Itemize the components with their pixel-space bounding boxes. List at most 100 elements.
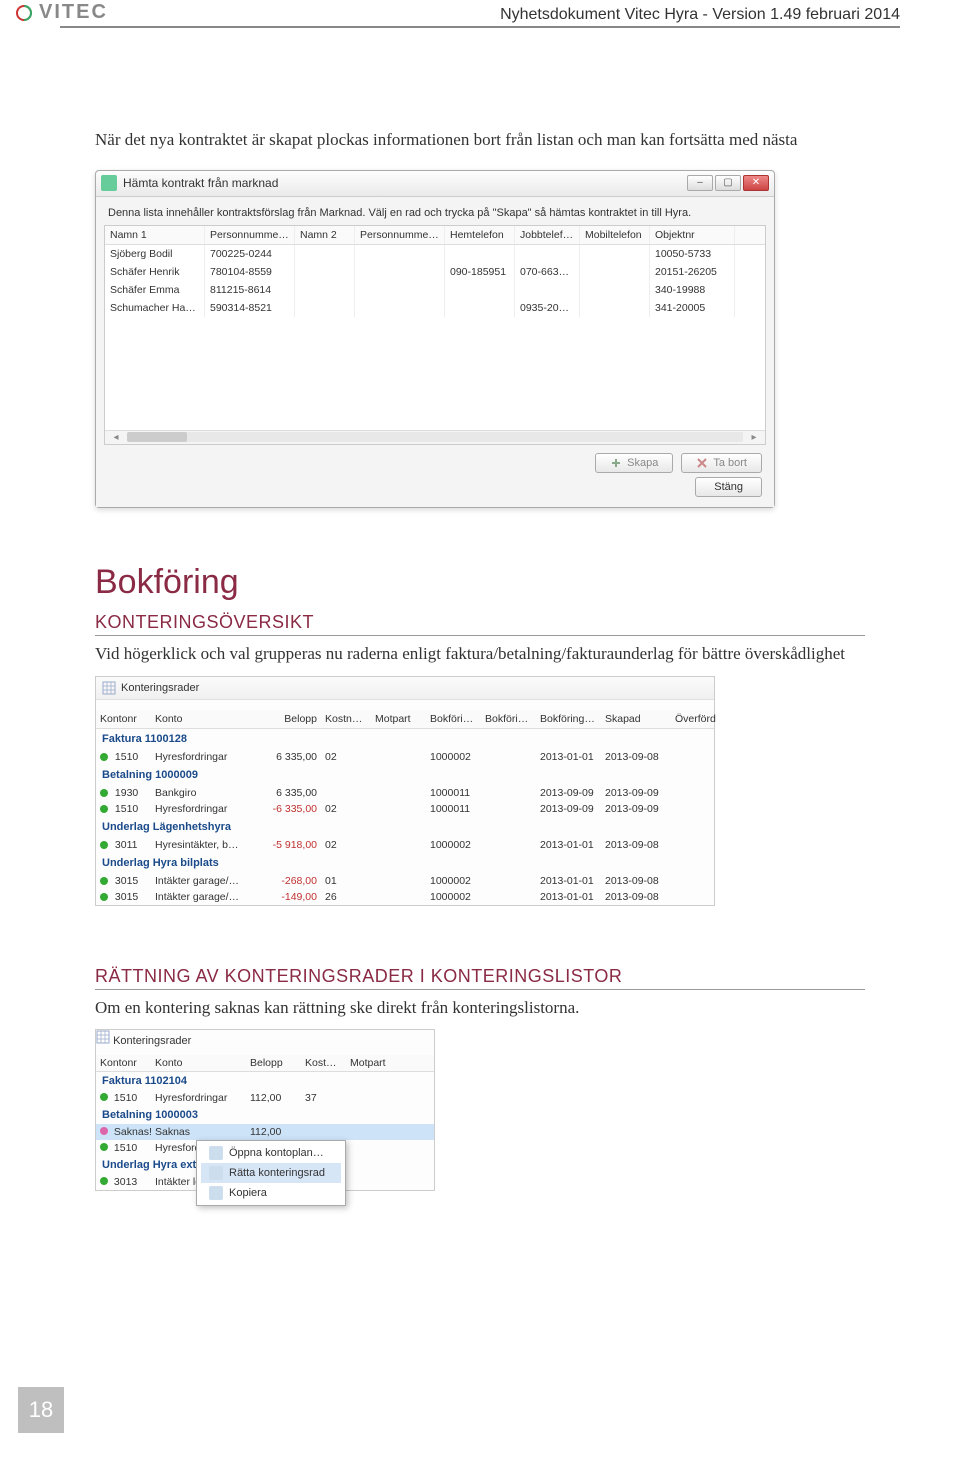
col-hem[interactable]: Hemtelefon: [445, 226, 515, 244]
table-row[interactable]: 3015Intäkter garage/…-268,00011000002201…: [96, 873, 714, 889]
p1-col-motpart[interactable]: Motpart: [371, 710, 426, 728]
page-number: 18: [18, 1387, 64, 1433]
cell: [671, 749, 726, 765]
status-dot-icon: [100, 1127, 108, 1135]
table-row[interactable]: Schäfer Henrik780104-8559090-185951070-6…: [105, 263, 765, 281]
menu-item[interactable]: Rätta konteringsrad: [201, 1163, 341, 1183]
status-dot-icon: [100, 877, 108, 885]
kontrakt-grid[interactable]: Namn 1 Personnummer 1 Namn 2 Personnumme…: [104, 225, 766, 445]
col-jobb[interactable]: Jobbtelefon: [515, 226, 580, 244]
panel2-header[interactable]: Kontonr Konto Belopp Kostnad… Motpart: [96, 1055, 434, 1072]
status-dot-icon: [100, 805, 108, 813]
p1-col-bf2[interactable]: Bokförin…: [481, 710, 536, 728]
cell: 10050-5733: [650, 245, 735, 263]
group-header[interactable]: Underlag Hyra bilplats: [96, 853, 714, 873]
table-row[interactable]: Sjöberg Bodil700225-024410050-5733: [105, 245, 765, 263]
p1-col-bf1[interactable]: Bokförin…: [426, 710, 481, 728]
minimize-icon[interactable]: –: [687, 175, 713, 191]
table-row[interactable]: 3011Hyresintäkter, b…-5 918,000210000022…: [96, 837, 714, 853]
table-row[interactable]: Saknas!Saknas112,00Öppna kontoplan…Rätta…: [96, 1124, 434, 1140]
cell: 26: [321, 889, 371, 905]
grid-horizontal-scrollbar[interactable]: ◂ ▸: [105, 430, 765, 444]
cell: 0935-20455: [515, 299, 580, 317]
group-header[interactable]: Betalning 1000003: [96, 1106, 434, 1124]
cell: 112,00: [246, 1124, 301, 1140]
p2-col-belopp[interactable]: Belopp: [246, 1055, 301, 1071]
p2-col-konto[interactable]: Konto: [151, 1055, 246, 1071]
p1-col-skapad[interactable]: Skapad: [601, 710, 671, 728]
col-mob[interactable]: Mobiltelefon: [580, 226, 650, 244]
table-row[interactable]: 1510Hyresfordringar-6 335,00021000011201…: [96, 801, 714, 817]
menu-item[interactable]: Kopiera: [201, 1183, 341, 1203]
table-row[interactable]: Schumacher Harald590314-85210935-2045534…: [105, 299, 765, 317]
p1-col-kost[interactable]: Kostnad…: [321, 710, 371, 728]
cell: 2013-01-01: [536, 749, 601, 765]
col-obj[interactable]: Objektnr: [650, 226, 735, 244]
cell: [346, 1124, 401, 1140]
cell: 112,00: [246, 1090, 301, 1106]
status-dot-icon: [100, 1177, 108, 1185]
scroll-right-icon[interactable]: ▸: [747, 432, 761, 443]
skapa-button[interactable]: Skapa: [595, 453, 673, 473]
cell: 1000002: [426, 873, 481, 889]
panel1-header[interactable]: Kontonr Konto Belopp Kostnad… Motpart Bo…: [96, 710, 714, 729]
col-namn2[interactable]: Namn 2: [295, 226, 355, 244]
maximize-icon[interactable]: ▢: [715, 175, 741, 191]
menu-item-icon: [209, 1146, 223, 1160]
dialog-titlebar[interactable]: Hämta kontrakt från marknad – ▢ ✕: [96, 171, 774, 197]
dialog-body: Denna lista innehåller kontraktsförslag …: [96, 197, 774, 507]
cell: 6 335,00: [261, 785, 321, 801]
p1-col-overford[interactable]: Överförd: [671, 710, 726, 728]
table-row[interactable]: 1930Bankgiro6 335,0010000112013-09-09201…: [96, 785, 714, 801]
col-namn1[interactable]: Namn 1: [105, 226, 205, 244]
stang-button[interactable]: Stäng: [695, 477, 762, 497]
cell: Hyresfordringar: [151, 1090, 246, 1106]
panel-konteringsrader-1: Konteringsrader Kontonr Konto Belopp Kos…: [95, 676, 715, 906]
p2-col-kontonr[interactable]: Kontonr: [96, 1055, 151, 1071]
cell: -149,00: [261, 889, 321, 905]
delete-icon: [696, 457, 708, 469]
cell: [671, 873, 726, 889]
grid-header[interactable]: Namn 1 Personnummer 1 Namn 2 Personnumme…: [105, 226, 765, 245]
menu-item[interactable]: Öppna kontoplan…: [201, 1143, 341, 1163]
p1-col-konto[interactable]: Konto: [151, 710, 261, 728]
cell: 590314-8521: [205, 299, 295, 317]
cell: 2013-09-08: [601, 873, 671, 889]
p1-col-bf3[interactable]: Bokföring…: [536, 710, 601, 728]
col-pn2[interactable]: Personnummer 2: [355, 226, 445, 244]
cell: 700225-0244: [205, 245, 295, 263]
cell: 1000002: [426, 749, 481, 765]
p1-col-belopp[interactable]: Belopp: [261, 710, 321, 728]
group-header[interactable]: Betalning 1000009: [96, 765, 714, 785]
cell: -5 918,00: [261, 837, 321, 853]
cell: 1930: [96, 785, 151, 801]
logo: VITEC: [15, 1, 108, 24]
cell: 2013-01-01: [536, 889, 601, 905]
group-header[interactable]: Underlag Lägenhetshyra: [96, 817, 714, 837]
status-dot-icon: [100, 1093, 108, 1101]
panel2-title: Konteringsrader: [96, 1030, 434, 1047]
group-header[interactable]: Faktura 1102104: [96, 1072, 434, 1090]
col-pn1[interactable]: Personnummer 1: [205, 226, 295, 244]
scroll-left-icon[interactable]: ◂: [109, 432, 123, 443]
cell: [295, 245, 355, 263]
panel1-title-text: Konteringsrader: [121, 682, 199, 694]
cell: 3011: [96, 837, 151, 853]
cell: 02: [321, 801, 371, 817]
tabort-button[interactable]: Ta bort: [681, 453, 762, 473]
group-header[interactable]: Faktura 1100128: [96, 729, 714, 749]
p2-col-kost[interactable]: Kostnad…: [301, 1055, 346, 1071]
p2-col-motpart[interactable]: Motpart: [346, 1055, 401, 1071]
p1-col-kontonr[interactable]: Kontonr: [96, 710, 151, 728]
cell: Hyresfordringar: [151, 801, 261, 817]
table-row[interactable]: 3015Intäkter garage/…-149,00261000002201…: [96, 889, 714, 905]
cell: 070-6631273: [515, 263, 580, 281]
table-row[interactable]: 1510Hyresfordringar112,0037: [96, 1090, 434, 1106]
cell: [295, 281, 355, 299]
table-row[interactable]: 1510Hyresfordringar6 335,000210000022013…: [96, 749, 714, 765]
cell: [481, 889, 536, 905]
cell: [355, 263, 445, 281]
close-icon[interactable]: ✕: [743, 175, 769, 191]
context-menu[interactable]: Öppna kontoplan…Rätta konteringsradKopie…: [196, 1140, 346, 1206]
table-row[interactable]: Schäfer Emma811215-8614340-19988: [105, 281, 765, 299]
